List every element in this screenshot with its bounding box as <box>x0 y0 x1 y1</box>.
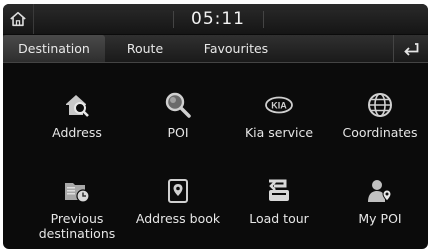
back-arrow-icon <box>404 42 419 56</box>
menu-coordinates[interactable]: Coordinates <box>330 90 428 140</box>
history-folder-icon <box>65 183 90 203</box>
globe-icon <box>368 93 392 117</box>
menu-label: Address book <box>135 211 221 226</box>
back-button[interactable] <box>393 35 428 62</box>
menu-label: Kia service <box>244 125 314 140</box>
home-button[interactable] <box>3 4 34 34</box>
menu-load-tour[interactable]: Load tour <box>229 176 329 226</box>
clock: 05:11 <box>191 9 245 29</box>
tab-favourites[interactable]: Favourites <box>185 35 287 62</box>
menu-label: My POI <box>358 211 402 226</box>
tab-bar: Destination Route Favourites <box>3 35 428 63</box>
home-icon <box>10 11 26 27</box>
nav-screen: 05:11 Destination Route Favourites Addre… <box>3 4 428 249</box>
menu-label: POI <box>167 125 189 140</box>
tab-route[interactable]: Route <box>105 35 185 62</box>
menu-previous-destinations[interactable]: Previous destinations <box>27 176 127 241</box>
kia-logo-icon: KIA <box>265 96 293 114</box>
svg-text:KIA: KIA <box>271 101 287 111</box>
menu-label: Coordinates <box>342 125 418 140</box>
divider <box>263 11 264 28</box>
tab-destination[interactable]: Destination <box>3 35 105 62</box>
house-magnifier-icon <box>66 95 89 117</box>
menu-address-book[interactable]: Address book <box>128 176 228 226</box>
address-book-icon <box>168 179 188 203</box>
menu-kia-service[interactable]: KIA Kia service <box>229 90 329 140</box>
my-poi-icon <box>368 180 392 202</box>
menu-poi[interactable]: POI <box>128 90 228 140</box>
magnifier-icon <box>165 92 191 118</box>
status-bar: 05:11 <box>3 4 428 34</box>
menu-label: Load tour <box>249 211 309 226</box>
menu-my-poi[interactable]: My POI <box>330 176 428 226</box>
menu-label: Previous destinations <box>38 211 116 241</box>
menu-address[interactable]: Address <box>27 90 127 140</box>
load-tour-icon <box>269 179 289 201</box>
menu-label: Address <box>52 125 102 140</box>
